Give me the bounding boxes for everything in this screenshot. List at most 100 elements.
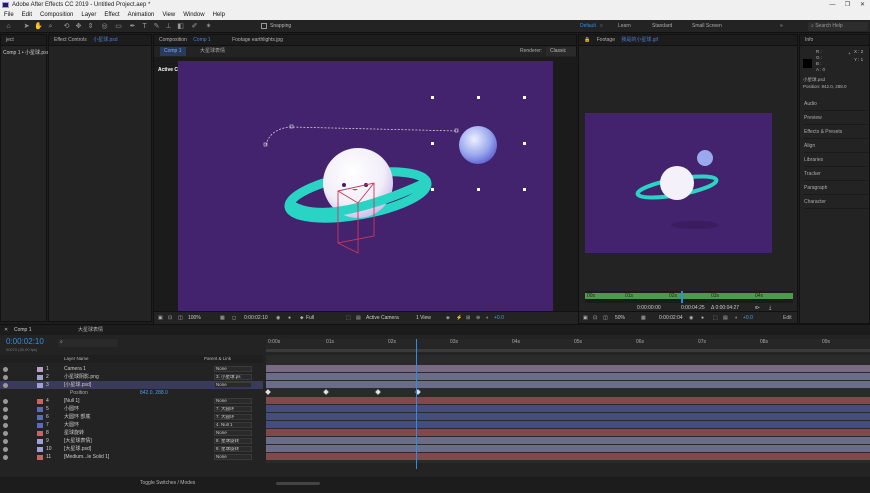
menu-view[interactable]: View xyxy=(162,10,175,20)
timeline-tab-big-planet[interactable]: 大星球表情 xyxy=(78,325,103,335)
brush-tool-icon[interactable]: ✎ xyxy=(152,22,161,31)
parent-dropdown[interactable]: None xyxy=(214,454,252,460)
snapping-checkbox[interactable] xyxy=(261,23,267,29)
footage-tab-earthlights[interactable]: Footage earthlights.jpg xyxy=(232,37,283,43)
parent-dropdown[interactable]: 8. 星球旋转 xyxy=(214,438,252,444)
parent-dropdown[interactable]: None xyxy=(214,398,252,404)
eye-icon[interactable] xyxy=(3,454,8,460)
layer-label-color[interactable] xyxy=(37,398,43,404)
layer-label-color[interactable] xyxy=(37,438,43,444)
panel-libraries[interactable]: Libraries xyxy=(804,153,868,167)
layer-track[interactable] xyxy=(266,445,870,452)
home-icon[interactable]: ⌂ xyxy=(4,22,13,31)
layer-track[interactable] xyxy=(266,421,870,428)
layer-name[interactable]: [大星球.psd] xyxy=(64,445,139,453)
parent-dropdown[interactable]: 3. 小星球.ps xyxy=(214,374,252,380)
footage-file-name[interactable]: 我是的小星球.gif xyxy=(621,37,658,43)
layer-row[interactable]: 1 Camera 1 None xyxy=(0,365,263,373)
parent-dropdown[interactable]: 8. 星球旋转 xyxy=(214,446,252,452)
eye-icon[interactable] xyxy=(3,374,8,380)
layer-track[interactable] xyxy=(266,437,870,444)
layer-label-color[interactable] xyxy=(37,422,43,428)
eraser-tool-icon[interactable]: ◧ xyxy=(176,22,185,31)
roto-brush-icon[interactable]: ✐ xyxy=(190,22,199,31)
layer-track[interactable] xyxy=(266,373,870,380)
text-tool-icon[interactable]: T xyxy=(140,22,149,31)
eye-icon[interactable] xyxy=(3,406,8,412)
col-layer-name[interactable]: Layer Name xyxy=(64,355,89,363)
workspace-menu-icon[interactable]: ≡ xyxy=(600,23,603,29)
search-help-input[interactable]: ⌕ Search Help xyxy=(808,22,868,31)
work-area-bar[interactable] xyxy=(266,349,870,352)
layer-row[interactable]: 6 大圆环 部底 7. 大圆环 xyxy=(0,413,263,421)
pan-camera-icon[interactable]: ✥ xyxy=(74,22,83,31)
footage-lock-icon[interactable]: 🔒 xyxy=(584,37,590,43)
layer-row[interactable]: 4 [Null 1] None xyxy=(0,397,263,405)
zoom-tool-icon[interactable]: ⌕ xyxy=(46,22,55,31)
eye-icon[interactable] xyxy=(3,366,8,372)
layer-name[interactable]: [Medium...le Solid 1] xyxy=(64,453,139,461)
layer-name[interactable]: [小星球.psd] xyxy=(64,381,139,389)
workspace-small-screen[interactable]: Small Screen xyxy=(692,23,722,29)
puppet-tool-icon[interactable]: ✶ xyxy=(204,22,213,31)
timeline-tab-comp1[interactable]: Comp 1 xyxy=(14,325,32,335)
footage-canvas[interactable] xyxy=(585,113,772,253)
close-button[interactable]: ✕ xyxy=(855,0,870,10)
pan-behind-icon[interactable]: ◎ xyxy=(100,22,109,31)
layer-label-color[interactable] xyxy=(37,454,43,460)
layer-row[interactable]: 3 [小星球.psd] None xyxy=(0,381,263,389)
timeline-ruler[interactable]: 0:00s 01s 02s 03s 04s 05s 06s 07s 08s 09… xyxy=(266,339,870,353)
comp-subtab-big-planet[interactable]: 大星球表情 xyxy=(196,47,229,56)
layer-track[interactable] xyxy=(266,453,870,460)
info-tab[interactable]: Info xyxy=(800,35,869,46)
layer-row[interactable]: 10 [大星球.psd] 8. 星球旋转 xyxy=(0,445,263,453)
menu-effect[interactable]: Effect xyxy=(104,10,119,20)
toggle-switches-modes-button[interactable]: Toggle Switches / Modes xyxy=(140,477,195,490)
layer-name[interactable]: 小星球阴影.png xyxy=(64,373,139,381)
layer-row[interactable]: 7 大圆环 4. Null 1 xyxy=(0,421,263,429)
layer-label-color[interactable] xyxy=(37,430,43,436)
layer-row[interactable]: 5 小圆环 7. 大圆环 xyxy=(0,405,263,413)
panel-tracker[interactable]: Tracker xyxy=(804,167,868,181)
timeline-zoom-slider[interactable] xyxy=(276,482,320,485)
panel-character[interactable]: Character xyxy=(804,195,868,209)
property-row[interactable]: Position 842.0, 288.0 xyxy=(0,389,263,397)
eye-icon[interactable] xyxy=(3,438,8,444)
eye-icon[interactable] xyxy=(3,430,8,436)
layer-track[interactable] xyxy=(266,381,870,388)
clone-stamp-icon[interactable]: ⊥ xyxy=(164,22,173,31)
rectangle-tool-icon[interactable]: ▭ xyxy=(114,22,123,31)
selection-tool-icon[interactable]: ➤ xyxy=(22,22,31,31)
footage-playhead[interactable] xyxy=(681,291,683,303)
footage-tab-label[interactable]: Footage xyxy=(597,37,615,43)
panel-paragraph[interactable]: Paragraph xyxy=(804,181,868,195)
minimize-button[interactable]: — xyxy=(825,0,840,10)
col-parent-link[interactable]: Parent & Link xyxy=(204,355,231,363)
layer-name[interactable]: Position xyxy=(64,389,139,397)
parent-dropdown[interactable]: 7. 大圆环 xyxy=(214,414,252,420)
layer-row[interactable]: 9 [大星球表情] 8. 星球旋转 xyxy=(0,437,263,445)
layer-label-color[interactable] xyxy=(37,366,43,372)
position-value[interactable]: 842.0, 288.0 xyxy=(140,389,168,397)
composition-tab-label[interactable]: Composition xyxy=(159,37,187,43)
panel-preview[interactable]: Preview xyxy=(804,111,868,125)
effect-controls-tab[interactable]: Effect Controls 小星球.psd xyxy=(49,35,151,46)
orbit-camera-icon[interactable]: ⟲ xyxy=(62,22,71,31)
layer-label-color[interactable] xyxy=(37,406,43,412)
eye-icon[interactable] xyxy=(3,398,8,404)
layer-label-color[interactable] xyxy=(37,414,43,420)
layer-track[interactable] xyxy=(266,397,870,404)
panel-align[interactable]: Align xyxy=(804,139,868,153)
menu-composition[interactable]: Composition xyxy=(40,10,73,20)
layer-row[interactable]: 8 星球旋转 None xyxy=(0,429,263,437)
workspace-standard[interactable]: Standard xyxy=(652,23,672,29)
project-tab[interactable]: ject xyxy=(1,35,46,46)
eye-icon[interactable] xyxy=(3,422,8,428)
composition-tab-name[interactable]: Comp 1 xyxy=(193,37,211,43)
eye-icon[interactable] xyxy=(3,382,8,388)
layer-name[interactable]: Camera 1 xyxy=(64,365,139,373)
layer-track[interactable] xyxy=(266,413,870,420)
renderer-dropdown[interactable]: Classic 3D xyxy=(546,47,576,63)
parent-dropdown[interactable]: 4. Null 1 xyxy=(214,422,252,428)
timeline-playhead[interactable] xyxy=(416,339,418,469)
